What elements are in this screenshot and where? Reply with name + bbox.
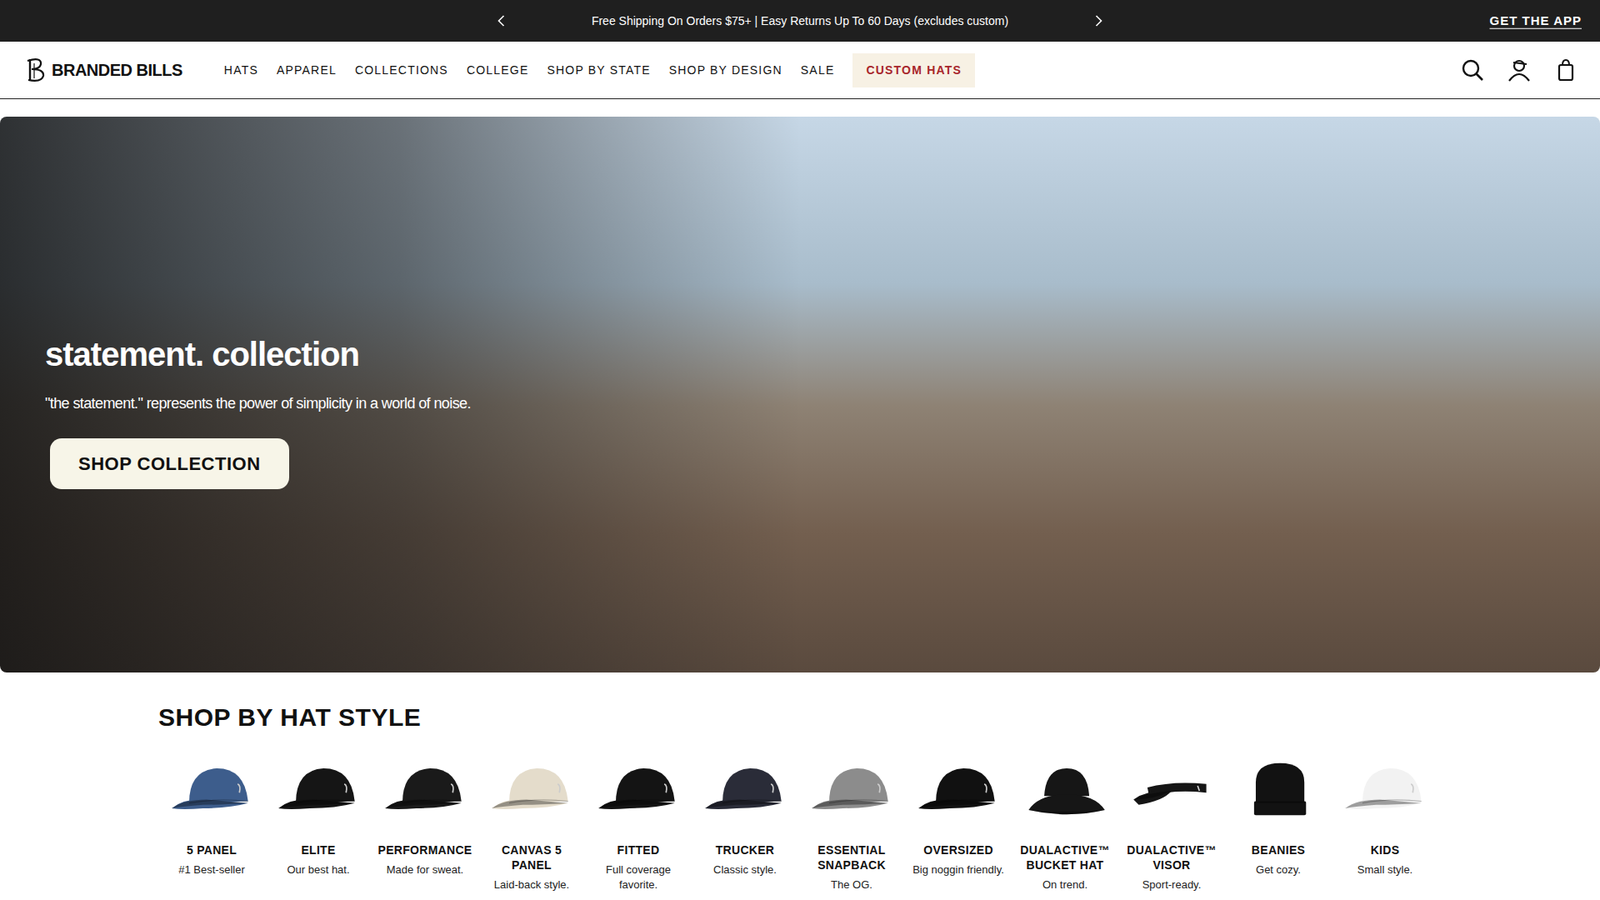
hat-style-image	[481, 757, 582, 820]
hat-style-tagline: #1 Best-seller	[161, 862, 262, 878]
nav-link-item[interactable]: SHOP BY DESIGN	[669, 53, 783, 88]
hat-style-item[interactable]: OVERSIZED Big noggin friendly.	[905, 757, 1012, 893]
hat-cap-icon[interactable]	[1341, 757, 1429, 820]
announcement-text: Free Shipping On Orders $75+ | Easy Retu…	[508, 12, 1092, 30]
hat-style-name[interactable]: TRUCKER	[695, 842, 795, 858]
hat-style-tagline: Get cozy.	[1228, 862, 1329, 878]
hat-style-image	[161, 757, 262, 820]
hat-style-item[interactable]: PERFORMANCE Made for sweat.	[371, 757, 479, 893]
hat-visor-icon[interactable]	[1128, 757, 1215, 820]
hat-style-item[interactable]: ESSENTIAL SNAPBACK The OG.	[798, 757, 905, 893]
hat-style-image	[588, 757, 689, 820]
nav-link-item[interactable]: SHOP BY STATE	[546, 53, 650, 88]
hat-style-image	[268, 757, 369, 820]
account-icon[interactable]	[1506, 57, 1532, 83]
header-icons	[1460, 57, 1579, 83]
hat-beanie-icon[interactable]	[1235, 757, 1322, 820]
chevron-left-icon[interactable]	[495, 14, 509, 28]
hat-style-list: 5 PANEL#1 Best-sellerELITEOur best hat.P…	[158, 757, 1442, 893]
hat-style-tagline: Small style.	[1335, 862, 1435, 878]
hat-cap-icon[interactable]	[808, 757, 895, 820]
brand-logo[interactable]: BRANDED BILLS	[25, 56, 183, 84]
hat-cap-icon[interactable]	[595, 757, 682, 820]
nav-link-item[interactable]: HATS	[224, 53, 259, 88]
hat-style-tagline: Laid-back style.	[481, 877, 582, 893]
hat-style-tagline: On trend.	[1015, 877, 1115, 893]
hat-cap-icon[interactable]	[168, 757, 255, 820]
hat-style-name[interactable]: CANVAS 5 PANEL	[481, 842, 582, 873]
shop-collection-button[interactable]: SHOP COLLECTION	[50, 438, 290, 490]
main-nav: BRANDED BILLS HATS APPAREL COLLECTIONS COLLE…	[0, 41, 1600, 100]
hat-cap-icon[interactable]	[275, 757, 362, 820]
nav-link-item[interactable]: APPAREL	[276, 53, 337, 88]
hat-style-name[interactable]: KIDS	[1335, 842, 1435, 858]
nav-link-item[interactable]: CUSTOM HATS	[852, 53, 975, 88]
nav-links: HATS APPAREL COLLECTIONS COLLEGE SHOP BY STA…	[224, 53, 975, 88]
search-icon[interactable]	[1460, 57, 1485, 83]
hat-style-tagline: Sport-ready.	[1121, 877, 1222, 893]
hat-style-tagline: Big noggin friendly.	[908, 862, 1009, 878]
hat-bucket-icon[interactable]	[1021, 757, 1109, 820]
hat-style-tagline: Full coverage favorite.	[588, 862, 689, 892]
nav-link-item[interactable]: SALE	[800, 53, 835, 88]
hat-cap-icon[interactable]	[915, 757, 1002, 820]
nav-link-item[interactable]: COLLECTIONS	[355, 53, 449, 88]
hat-cap-icon[interactable]	[488, 757, 575, 820]
hat-style-name[interactable]: 5 PANEL	[161, 842, 262, 858]
hat-cap-icon[interactable]	[701, 757, 789, 820]
chevron-right-icon[interactable]	[1091, 14, 1105, 28]
brand-name: BRANDED BILLS	[51, 57, 183, 83]
hat-style-item[interactable]: 5 PANEL #1 Best-seller	[158, 757, 265, 893]
hat-style-item[interactable]: CANVAS 5 PANEL Laid-back style.	[478, 757, 585, 893]
hat-style-name[interactable]: FITTED	[588, 842, 689, 858]
hat-style-image	[375, 757, 475, 820]
hat-style-section: SHOP BY HAT STYLE5 PANEL#1 Best-sellerEL…	[158, 672, 1442, 893]
hat-style-tagline: The OG.	[801, 877, 902, 893]
hat-style-name[interactable]: DUALACTIVE™ VISOR	[1121, 842, 1222, 873]
hero-banner: statement. collection "the statement." re…	[0, 116, 1600, 673]
hat-style-item[interactable]: FITTED Full coverage favorite.	[585, 757, 692, 893]
hat-style-name[interactable]: PERFORMANCE	[375, 842, 475, 858]
hero-button-wrap: SHOP COLLECTION	[45, 438, 1600, 490]
hero-title: statement. collection	[45, 334, 1600, 375]
hat-style-image	[1228, 757, 1329, 820]
hat-style-image	[1121, 757, 1222, 820]
hat-style-item[interactable]: DUALACTIVE™ VISOR Sport-ready.	[1118, 757, 1225, 893]
get-app-link[interactable]: GET THE APP	[1490, 11, 1582, 31]
nav-link-item[interactable]: COLLEGE	[466, 53, 530, 88]
hat-style-item[interactable]: DUALACTIVE™ BUCKET HAT On trend.	[1011, 757, 1119, 893]
hat-style-name[interactable]: OVERSIZED	[908, 842, 1009, 858]
hat-style-image	[1015, 757, 1115, 820]
hat-style-item[interactable]: BEANIES Get cozy.	[1225, 757, 1332, 893]
hat-cap-icon[interactable]	[381, 757, 469, 820]
brand-monogram-icon	[25, 56, 47, 84]
hat-style-name[interactable]: ESSENTIAL SNAPBACK	[801, 842, 902, 873]
hat-style-image	[1335, 757, 1435, 820]
announcement-carousel: Free Shipping On Orders $75+ | Easy Retu…	[495, 12, 1105, 30]
hat-style-item[interactable]: TRUCKER Classic style.	[691, 757, 799, 893]
hat-style-image	[801, 757, 902, 820]
hat-style-image	[908, 757, 1009, 820]
hat-style-name[interactable]: BEANIES	[1228, 842, 1329, 858]
hat-style-image	[695, 757, 795, 820]
hat-style-item[interactable]: KIDS Small style.	[1331, 757, 1439, 893]
hat-style-item[interactable]: ELITE Our best hat.	[265, 757, 372, 893]
cart-bag-icon[interactable]	[1553, 57, 1579, 83]
section-title: SHOP BY HAT STYLE	[158, 702, 1442, 733]
hat-style-name[interactable]: ELITE	[268, 842, 369, 858]
hat-style-tagline: Made for sweat.	[375, 862, 475, 878]
hero-subtitle: "the statement." represents the power of…	[45, 392, 1600, 415]
hat-style-tagline: Classic style.	[695, 862, 795, 878]
hat-style-tagline: Our best hat.	[268, 862, 369, 878]
announcement-bar: Free Shipping On Orders $75+ | Easy Retu…	[0, 0, 1600, 42]
hat-style-name[interactable]: DUALACTIVE™ BUCKET HAT	[1015, 842, 1115, 873]
hero-content: statement. collection "the statement." re…	[0, 116, 1600, 673]
